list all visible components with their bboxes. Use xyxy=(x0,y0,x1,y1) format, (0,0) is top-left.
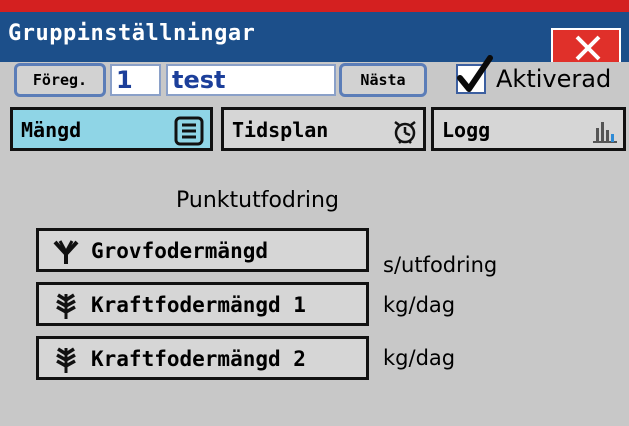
list-icon xyxy=(173,116,205,151)
concentrate-1-unit: kg/dag xyxy=(383,293,456,317)
concentrate-amount-1-button[interactable]: Kraftfodermängd 1 xyxy=(36,282,369,326)
tab-tidsplan-label: Tidsplan xyxy=(232,118,329,142)
activated-label: Aktiverad xyxy=(496,65,612,93)
activated-checkbox[interactable] xyxy=(456,55,493,94)
roughage-icon xyxy=(51,238,81,271)
concentrate-amount-1-label: Kraftfodermängd 1 xyxy=(91,293,306,317)
tab-logg-label: Logg xyxy=(442,118,491,142)
top-accent-strip xyxy=(0,0,629,12)
roughage-unit: s/utfodring xyxy=(383,253,498,277)
roughage-amount-button[interactable]: Grovfodermängd xyxy=(36,228,369,272)
concentrate-2-unit: kg/dag xyxy=(383,346,456,370)
tab-mangd[interactable]: Mängd xyxy=(10,107,213,151)
grain-icon xyxy=(51,292,81,325)
concentrate-amount-2-button[interactable]: Kraftfodermängd 2 xyxy=(36,336,369,380)
tab-mangd-label: Mängd xyxy=(21,118,82,142)
group-name-field[interactable]: test xyxy=(166,64,336,96)
section-heading: Punktutfodring xyxy=(176,188,339,213)
alarm-clock-icon xyxy=(390,116,420,151)
previous-button[interactable]: Föreg. xyxy=(14,63,106,97)
close-button[interactable] xyxy=(551,28,621,65)
grain-icon xyxy=(51,346,81,379)
concentrate-amount-2-label: Kraftfodermängd 2 xyxy=(91,347,306,371)
title-bar: Gruppinställningar xyxy=(0,12,629,65)
tab-tidsplan[interactable]: Tidsplan xyxy=(221,107,426,151)
group-number-field[interactable]: 1 xyxy=(110,64,161,96)
window-title: Gruppinställningar xyxy=(8,21,256,46)
tab-logg[interactable]: Logg xyxy=(431,107,626,151)
next-button[interactable]: Nästa xyxy=(339,63,427,97)
checkmark-icon xyxy=(457,55,493,92)
roughage-amount-label: Grovfodermängd xyxy=(91,239,269,263)
bar-chart-icon xyxy=(590,116,620,151)
close-icon xyxy=(575,35,601,61)
